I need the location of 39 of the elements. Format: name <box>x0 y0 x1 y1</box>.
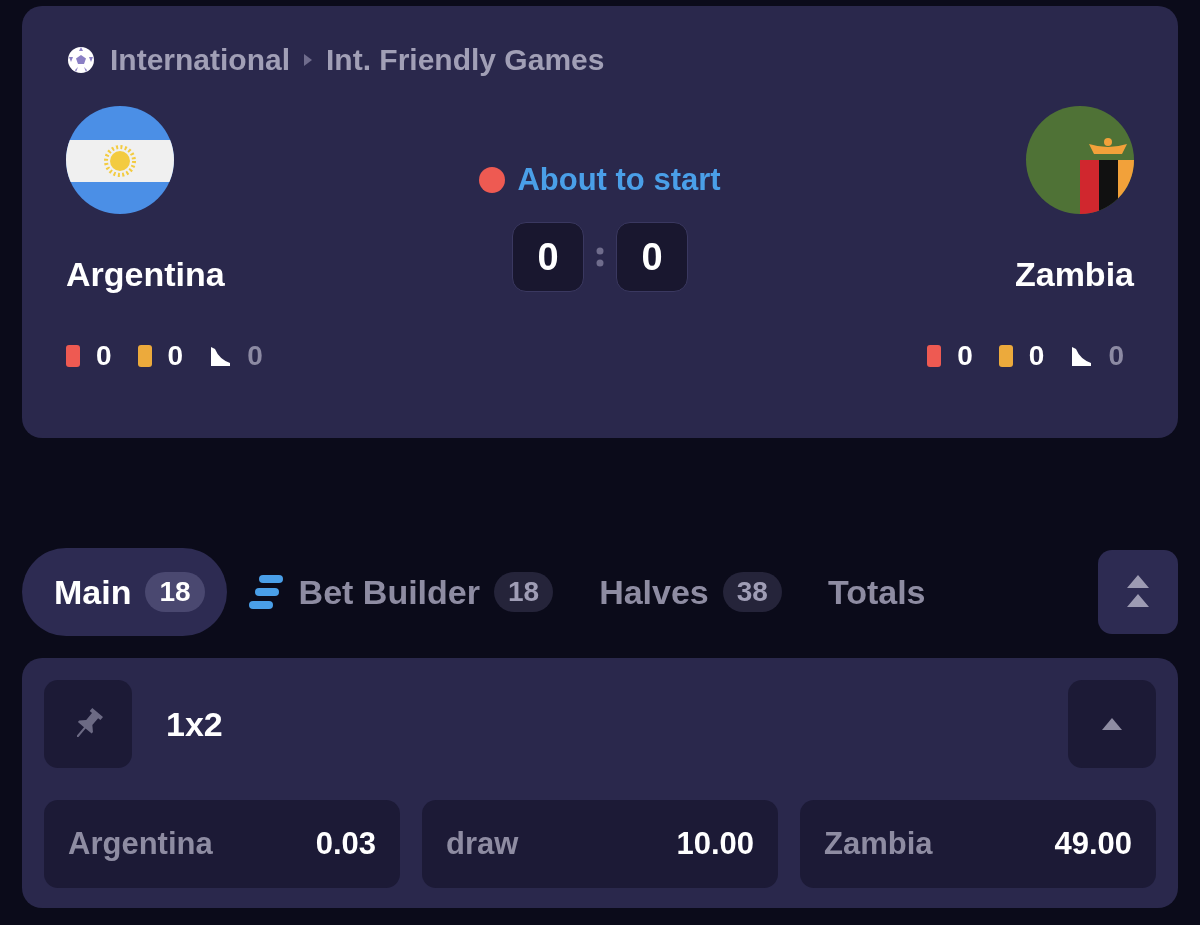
market-tab[interactable]: Main 18 <box>22 548 227 636</box>
collapse-all-button[interactable] <box>1098 550 1178 634</box>
odds-button[interactable]: Argentina 0.03 <box>44 800 400 888</box>
match-status: About to start <box>517 162 721 198</box>
stacked-bars-icon <box>248 575 285 609</box>
status-dot-icon <box>479 167 506 193</box>
soccer-ball-icon <box>66 45 96 75</box>
market-tab[interactable]: Bet Builder 18 <box>226 548 578 636</box>
score: 0 <box>512 222 584 292</box>
stat-count: 0 <box>1108 340 1124 372</box>
breadcrumb-item[interactable]: International <box>110 43 290 77</box>
pin-button[interactable] <box>44 680 132 768</box>
caution-card-icon <box>998 345 1013 367</box>
stat-count: 0 <box>1028 340 1045 372</box>
market-tab[interactable]: Totals <box>805 548 950 636</box>
sending-off-card-icon <box>66 345 80 367</box>
stat-count: 0 <box>247 340 263 372</box>
tab-count: 38 <box>722 572 782 612</box>
breadcrumb-item[interactable]: Int. Friendly Games <box>326 43 605 77</box>
odds-button[interactable]: Zambia 49.00 <box>800 800 1156 888</box>
team-name: Argentina <box>66 254 225 294</box>
odds-button[interactable]: draw 10.00 <box>422 800 778 888</box>
caution-card-icon <box>137 345 152 367</box>
corner-flag-icon <box>1070 345 1093 367</box>
stat-count: 0 <box>96 340 112 372</box>
double-caret-up-icon <box>1125 575 1151 609</box>
tab-count: 18 <box>493 572 554 612</box>
sending-off-card-icon <box>927 345 942 367</box>
caret-up-icon <box>1101 717 1123 731</box>
tab-count: 18 <box>145 572 205 612</box>
corner-flag-icon <box>209 345 232 367</box>
market-tab[interactable]: Halves 38 <box>577 548 806 636</box>
stat-count: 0 <box>957 340 973 372</box>
chevron-right-icon <box>304 54 312 66</box>
stat-count: 0 <box>167 340 184 372</box>
team-name: Zambia <box>1014 254 1134 294</box>
market-title: 1x2 <box>166 704 224 744</box>
colon-icon <box>596 245 604 269</box>
score: 0 <box>616 222 688 292</box>
